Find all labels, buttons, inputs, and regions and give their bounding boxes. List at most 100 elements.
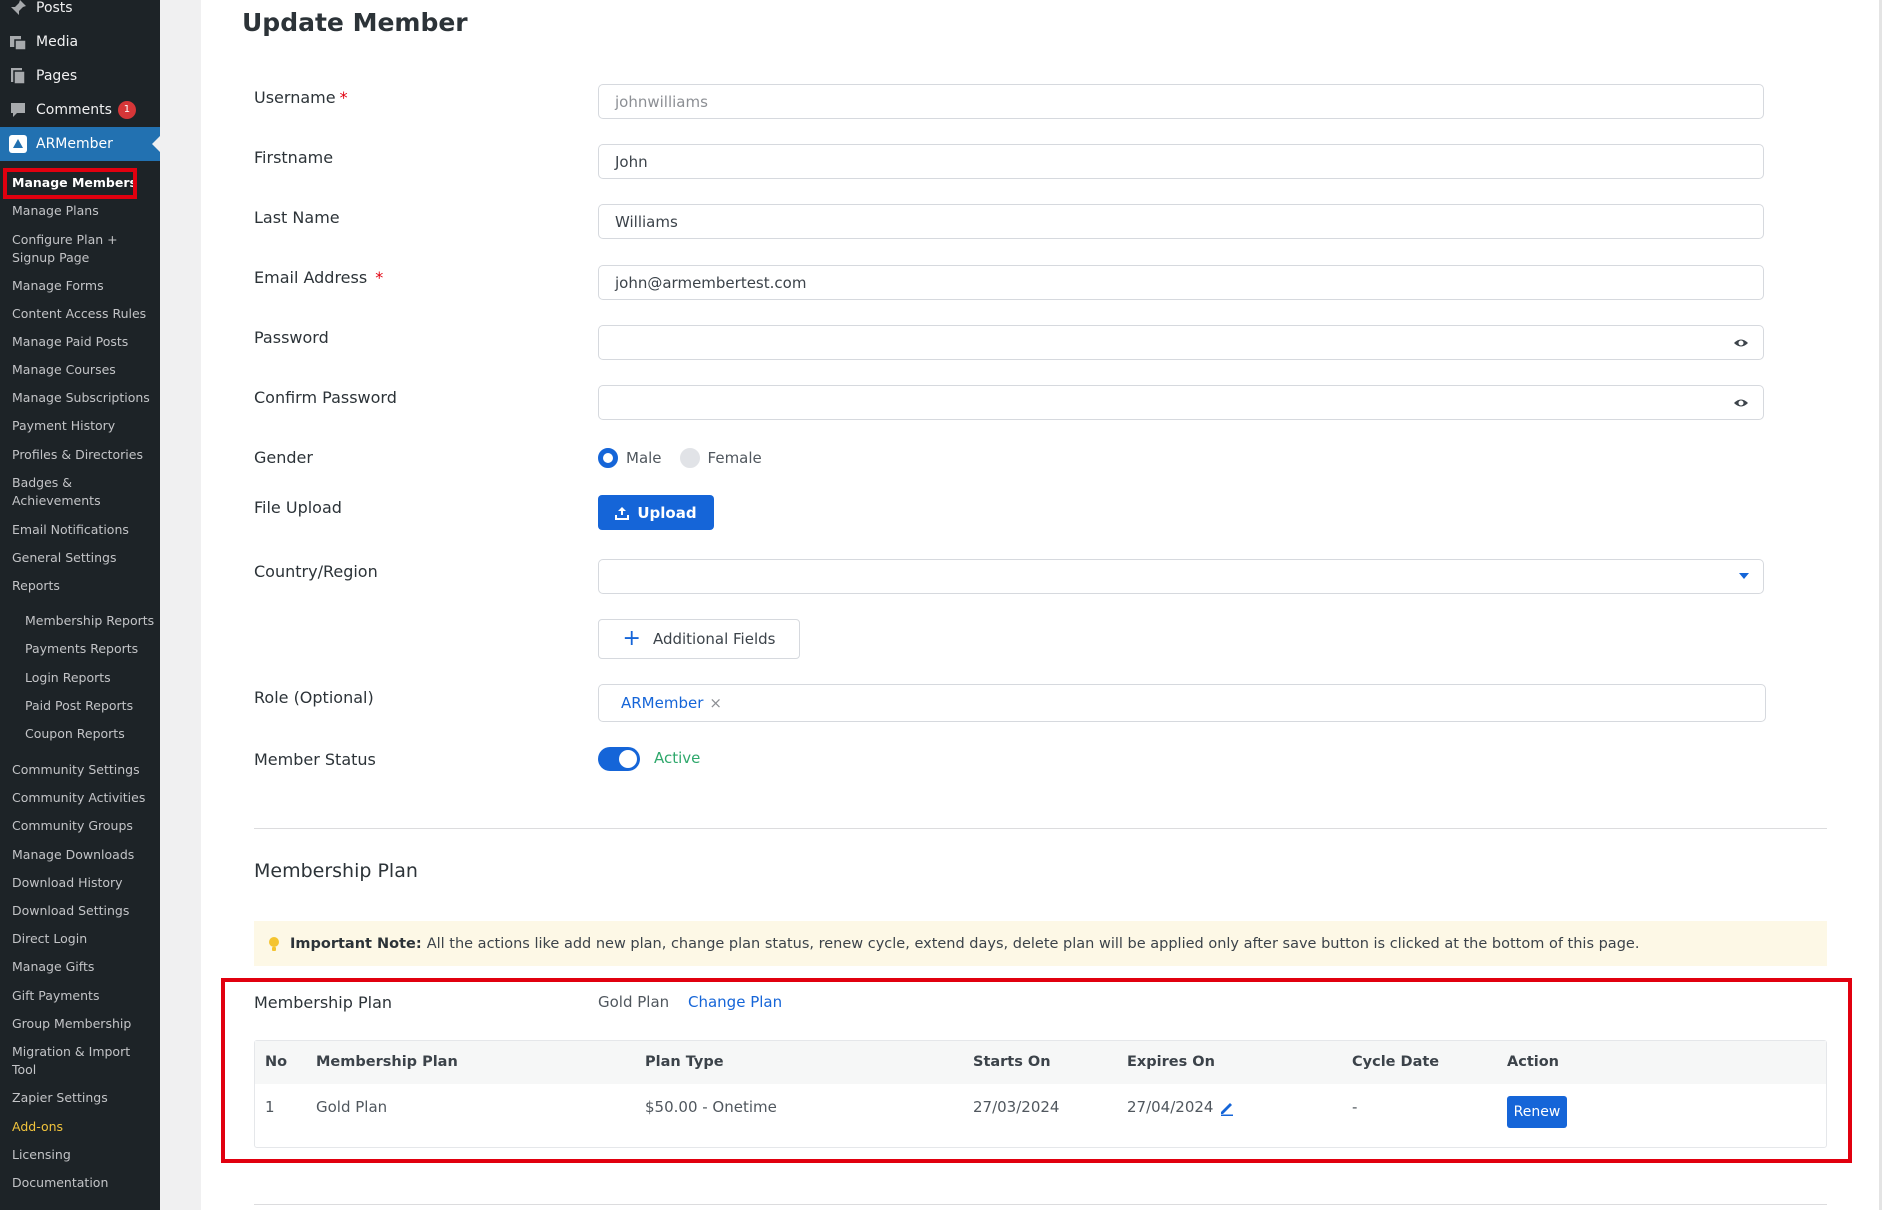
username-field[interactable]: johnwilliams — [598, 84, 1764, 119]
firstname-value: John — [615, 152, 648, 171]
gender-female-radio[interactable] — [679, 448, 700, 468]
sidebar-item-direct-login[interactable]: Direct Login — [12, 930, 158, 948]
username-value: johnwilliams — [615, 92, 708, 111]
sidebar-item-licensing[interactable]: Licensing — [12, 1146, 158, 1164]
email-label-text: Email Address — [254, 268, 368, 287]
lastname-value: Williams — [615, 212, 678, 231]
sidebar-item-label: ARMember — [36, 136, 113, 152]
sidebar-item-payment-history[interactable]: Payment History — [12, 417, 158, 435]
sidebar-item-paid-post-reports[interactable]: Paid Post Reports — [25, 697, 160, 715]
pin-icon — [8, 0, 28, 18]
close-icon[interactable]: × — [709, 694, 722, 712]
sidebar-item-pages[interactable]: Pages — [0, 59, 160, 93]
sidebar-item-label: Comments — [36, 102, 112, 118]
sidebar-item-zapier-settings[interactable]: Zapier Settings — [12, 1089, 158, 1107]
role-label: Role (Optional) — [254, 688, 374, 707]
sidebar-item-payments-reports[interactable]: Payments Reports — [25, 640, 160, 658]
sidebar-item-configure-plan-line2[interactable]: Signup Page — [12, 249, 158, 267]
email-field[interactable]: john@armembertest.com — [598, 265, 1764, 300]
username-label: Username * — [254, 88, 348, 107]
sidebar-item-reports[interactable]: Reports — [12, 577, 158, 595]
sidebar-item-community-activities[interactable]: Community Activities — [12, 789, 158, 807]
sidebar-item-download-settings[interactable]: Download Settings — [12, 902, 158, 920]
sidebar-item-download-history[interactable]: Download History — [12, 874, 158, 892]
confirm-password-label: Confirm Password — [254, 388, 397, 407]
sidebar-item-migration-import-line2[interactable]: Tool — [12, 1061, 158, 1079]
membership-plan-highlight — [221, 978, 1852, 1163]
manage-members-highlight — [3, 168, 137, 199]
sidebar-item-media[interactable]: Media — [0, 25, 160, 59]
sidebar-item-general-settings[interactable]: General Settings — [12, 549, 158, 567]
upload-button-label: Upload — [637, 503, 697, 522]
sidebar-item-manage-downloads[interactable]: Manage Downloads — [12, 846, 158, 864]
admin-sidebar: Posts Media Pages Comments 1 ARMember Ma… — [0, 0, 160, 1210]
sidebar-item-documentation[interactable]: Documentation — [12, 1174, 158, 1192]
username-label-text: Username — [254, 88, 336, 107]
gender-male-label[interactable]: Male — [626, 449, 662, 467]
email-label: Email Address * — [254, 268, 383, 287]
additional-fields-label: Additional Fields — [652, 630, 776, 648]
sidebar-item-membership-reports[interactable]: Membership Reports — [25, 612, 160, 630]
gender-radio-group: Male Female — [598, 446, 762, 470]
gender-female-label[interactable]: Female — [708, 449, 762, 467]
role-select[interactable]: ARMember × — [598, 684, 1766, 722]
firstname-field[interactable]: John — [598, 144, 1764, 179]
member-status-label: Member Status — [254, 750, 376, 769]
lastname-field[interactable]: Williams — [598, 204, 1764, 239]
password-field[interactable] — [598, 325, 1764, 360]
sidebar-item-posts[interactable]: Posts — [0, 0, 160, 25]
upload-button[interactable]: Upload — [598, 495, 714, 530]
sidebar-item-label: Posts — [36, 0, 73, 16]
email-value: john@armembertest.com — [615, 273, 807, 292]
sidebar-item-group-membership[interactable]: Group Membership — [12, 1015, 158, 1033]
sidebar-item-comments[interactable]: Comments 1 — [0, 93, 160, 127]
eye-icon[interactable] — [1733, 395, 1749, 411]
membership-section-title: Membership Plan — [254, 860, 418, 882]
sidebar-item-community-groups[interactable]: Community Groups — [12, 817, 158, 835]
sidebar-item-manage-gifts[interactable]: Manage Gifts — [12, 958, 158, 976]
gender-male-radio[interactable] — [598, 448, 618, 468]
firstname-label: Firstname — [254, 148, 334, 167]
comment-icon — [8, 100, 28, 120]
role-tag: ARMember — [621, 694, 704, 712]
additional-fields-button[interactable]: + Additional Fields — [598, 619, 800, 659]
pages-icon — [8, 66, 28, 86]
important-note: Important Note: All the actions like add… — [254, 921, 1827, 966]
sidebar-item-profiles-directories[interactable]: Profiles & Directories — [12, 446, 158, 464]
sidebar-item-badges-line2[interactable]: Achievements — [12, 492, 158, 510]
sidebar-item-manage-forms[interactable]: Manage Forms — [12, 277, 158, 295]
required-mark: * — [375, 268, 384, 287]
password-label: Password — [254, 328, 329, 347]
sidebar-item-manage-plans[interactable]: Manage Plans — [12, 202, 158, 220]
upload-icon — [615, 506, 630, 520]
plus-icon: + — [622, 626, 641, 651]
sidebar-item-community-settings[interactable]: Community Settings — [12, 761, 158, 779]
media-icon — [8, 32, 28, 52]
sidebar-item-add-ons[interactable]: Add-ons — [12, 1118, 158, 1136]
sidebar-item-manage-paid-posts[interactable]: Manage Paid Posts — [12, 333, 158, 351]
active-menu-arrow — [152, 136, 160, 152]
sidebar-item-configure-plan[interactable]: Configure Plan + — [12, 231, 158, 249]
lastname-label: Last Name — [254, 208, 340, 227]
lightbulb-icon — [269, 936, 279, 951]
member-status-toggle[interactable] — [598, 747, 640, 771]
sidebar-item-login-reports[interactable]: Login Reports — [25, 669, 160, 687]
confirm-password-field[interactable] — [598, 385, 1764, 420]
sidebar-item-coupon-reports[interactable]: Coupon Reports — [25, 725, 160, 743]
section-divider — [254, 828, 1827, 829]
sidebar-item-badges[interactable]: Badges & — [12, 474, 158, 492]
sidebar-item-migration-import[interactable]: Migration & Import — [12, 1043, 158, 1061]
country-select[interactable] — [598, 559, 1764, 594]
sidebar-item-manage-subscriptions[interactable]: Manage Subscriptions — [12, 389, 158, 407]
eye-icon[interactable] — [1733, 335, 1749, 351]
sidebar-item-email-notifications[interactable]: Email Notifications — [12, 521, 158, 539]
sidebar-item-gift-payments[interactable]: Gift Payments — [12, 987, 158, 1005]
sidebar-item-armember[interactable]: ARMember — [0, 127, 160, 161]
country-label: Country/Region — [254, 562, 378, 581]
gender-label: Gender — [254, 448, 313, 467]
armember-icon — [8, 134, 28, 154]
sidebar-item-manage-courses[interactable]: Manage Courses — [12, 361, 158, 379]
page-title: Update Member — [242, 8, 468, 37]
sidebar-item-content-access-rules[interactable]: Content Access Rules — [12, 305, 158, 323]
chevron-down-icon — [1739, 573, 1749, 579]
